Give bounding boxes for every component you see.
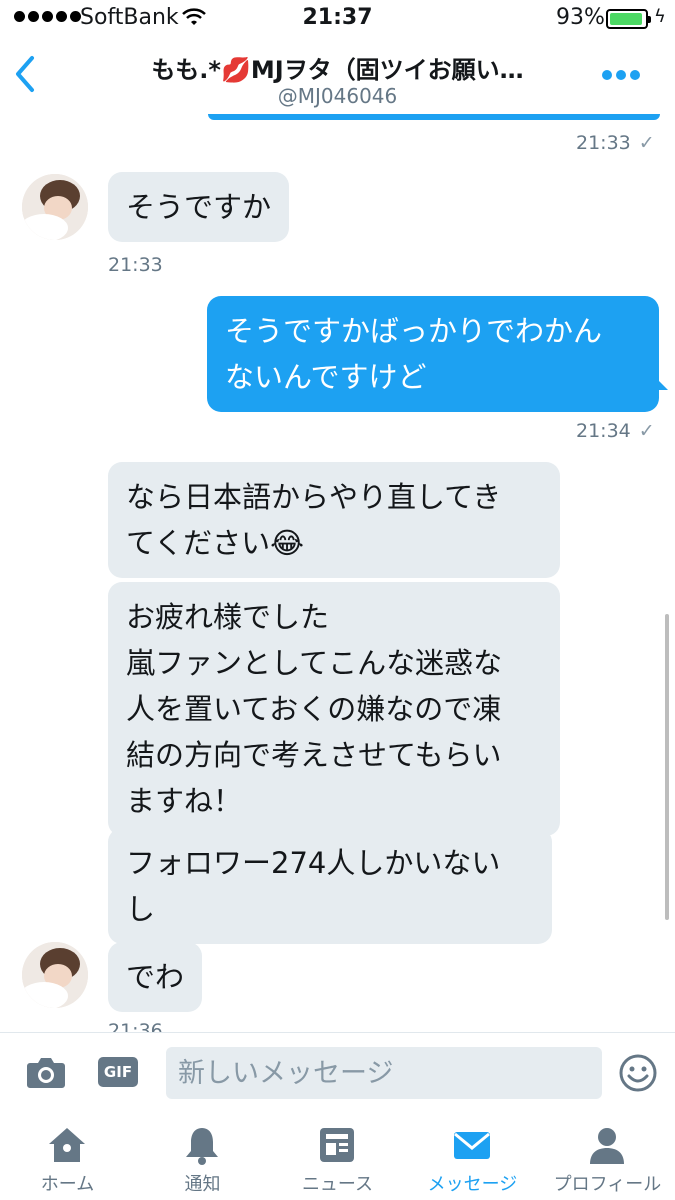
- tab-profile[interactable]: プロフィール: [540, 1114, 675, 1200]
- status-bar: SoftBank 21:37 93% ϟ: [0, 0, 675, 38]
- message-line: 嵐ファンとしてこんな迷惑な: [126, 646, 503, 680]
- message-line: 結の方向で考えさせてもらい: [126, 738, 502, 772]
- tab-home[interactable]: ホーム: [0, 1114, 135, 1200]
- incoming-message-bubble[interactable]: そうですか: [108, 172, 290, 242]
- gif-button[interactable]: GIF: [98, 1057, 138, 1087]
- message-line: お疲れ様でした: [126, 600, 330, 634]
- tab-news[interactable]: ニュース: [270, 1114, 405, 1200]
- avatar[interactable]: [22, 942, 88, 1008]
- message-timestamp: 21:33 ✓: [576, 132, 655, 154]
- message-line: なら日本語からやり直してき: [126, 480, 502, 514]
- sent-check-icon: ✓: [638, 132, 655, 154]
- incoming-message-bubble[interactable]: なら日本語からやり直してき てください😂: [108, 462, 560, 578]
- bubble-tail: [654, 376, 668, 390]
- emoji-icon[interactable]: [618, 1053, 658, 1093]
- incoming-message-bubble[interactable]: お疲れ様でした 嵐ファンとしてこんな迷惑な 人を置いておくの嫌なので凍 結の方向…: [108, 582, 560, 836]
- new-message-input[interactable]: [166, 1047, 602, 1099]
- outgoing-message-bubble[interactable]: そうですかばっかりでわかん ないんですけど: [207, 296, 659, 412]
- conversation-handle: @MJ046046: [277, 84, 398, 108]
- envelope-icon: [454, 1132, 490, 1159]
- more-options-icon[interactable]: [602, 70, 640, 80]
- scrollbar[interactable]: [665, 614, 669, 920]
- message-line: 人を置いておくの嫌なので凍: [126, 692, 502, 726]
- charging-icon: ϟ: [654, 6, 666, 27]
- camera-icon[interactable]: [26, 1055, 66, 1089]
- message-line: てください😂: [126, 526, 305, 560]
- tab-notifications[interactable]: 通知: [135, 1114, 270, 1200]
- home-icon: [49, 1128, 85, 1162]
- tab-messages[interactable]: メッセージ: [405, 1114, 540, 1200]
- outgoing-message-bubble[interactable]: [208, 114, 660, 120]
- avatar[interactable]: [22, 174, 88, 240]
- message-line: ないんですけど: [225, 360, 427, 394]
- incoming-message-bubble[interactable]: フォロワー274人しかいない し: [108, 828, 552, 944]
- tab-bar: ホーム 通知 ニュース メッセージ プロフィール: [0, 1114, 675, 1200]
- battery-icon: [606, 9, 651, 29]
- person-icon: [590, 1128, 624, 1164]
- message-thread[interactable]: 21:33 ✓ そうですか 21:33 そうですかばっかりでわかん ないんですけど…: [0, 114, 675, 1032]
- incoming-message-bubble[interactable]: でわ: [108, 942, 203, 1012]
- message-timestamp: 21:36: [108, 1020, 163, 1032]
- conversation-header: もも.*💋MJヲタ（固ツイお願い… @MJ046046: [0, 38, 675, 114]
- message-line: そうですかばっかりでわかん: [225, 314, 603, 348]
- message-line: フォロワー274人しかいない: [126, 846, 501, 880]
- conversation-title: もも.*💋MJヲタ（固ツイお願い…: [151, 56, 524, 84]
- sent-check-icon: ✓: [638, 420, 655, 442]
- bell-icon: [186, 1128, 218, 1165]
- news-icon: [320, 1128, 354, 1162]
- message-line: し: [126, 892, 156, 926]
- message-line: ますね！: [126, 784, 243, 818]
- message-composer: GIF: [0, 1032, 675, 1114]
- battery-percent: 93%: [556, 5, 605, 30]
- message-timestamp: 21:34 ✓: [576, 420, 655, 442]
- message-timestamp: 21:33: [108, 254, 163, 276]
